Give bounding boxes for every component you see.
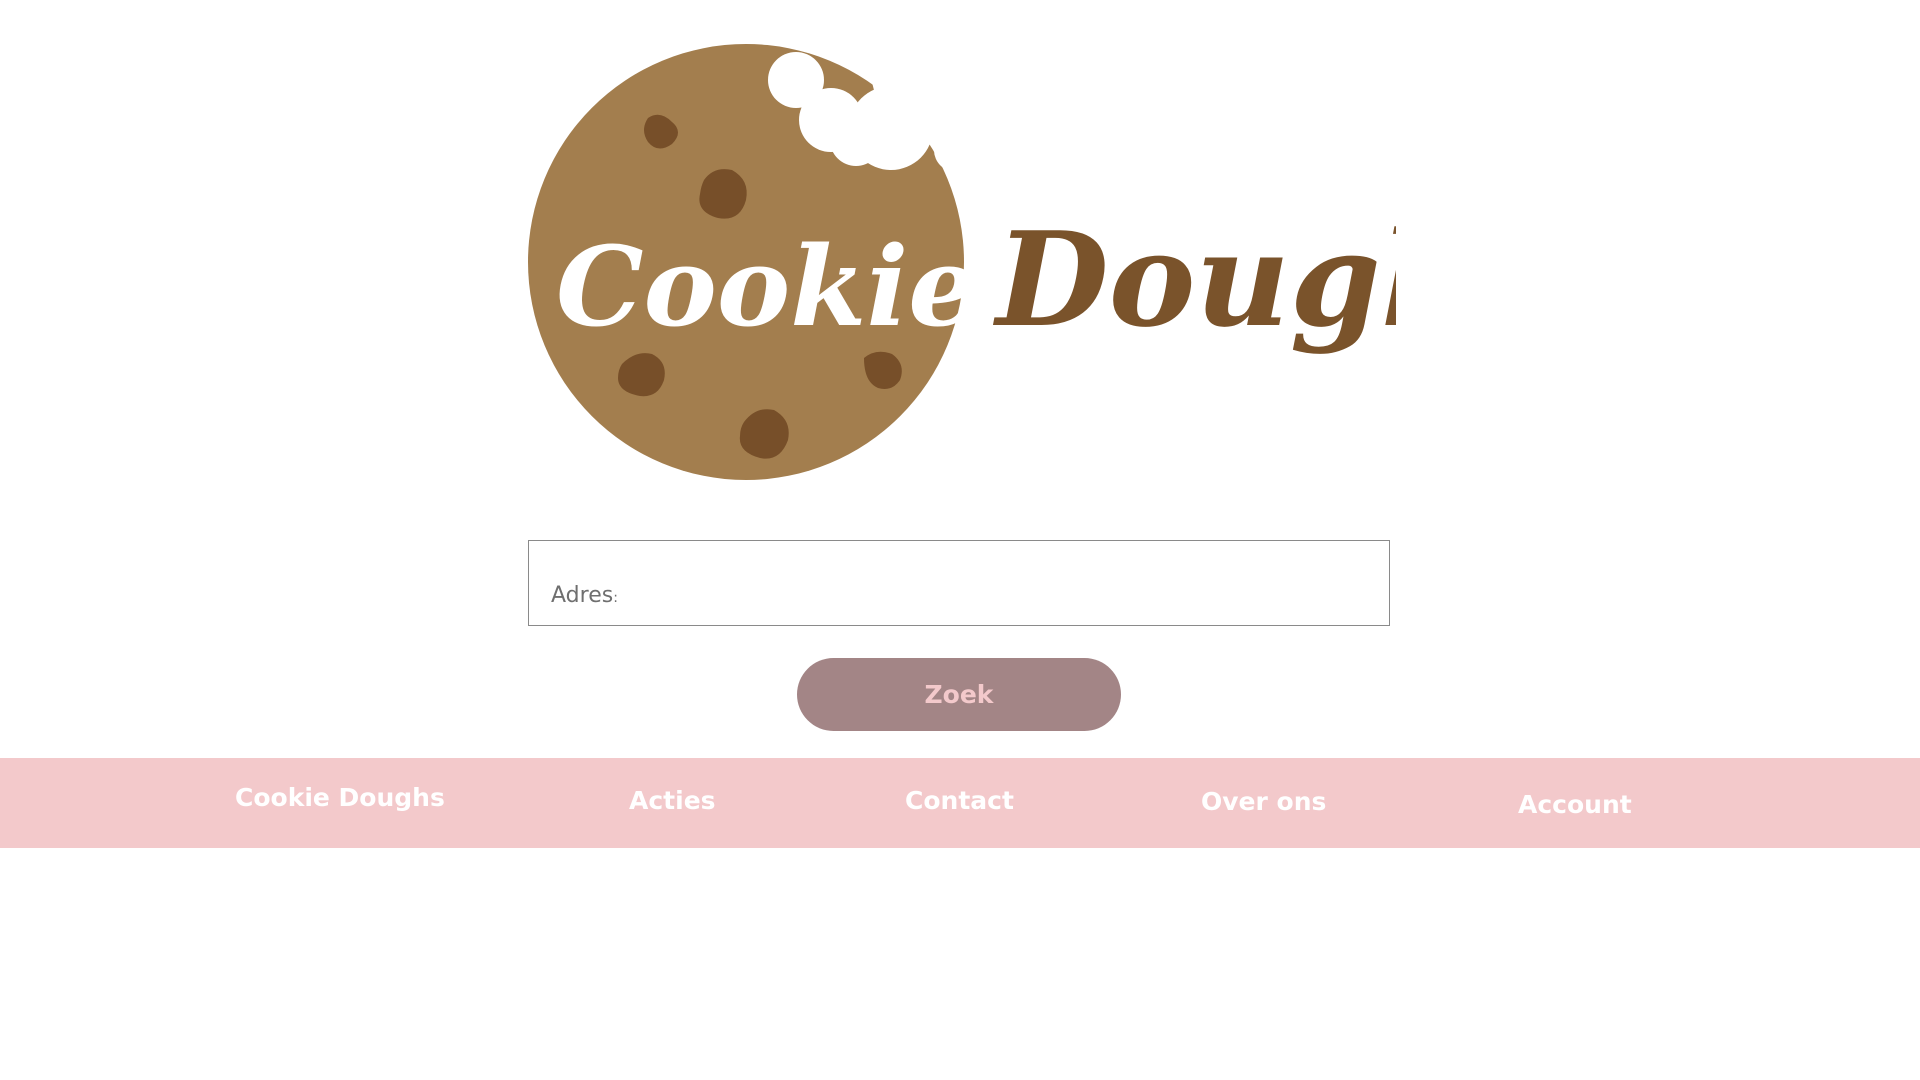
nav-item-contact[interactable]: Contact bbox=[905, 758, 1014, 848]
address-label: Adres: bbox=[551, 583, 618, 608]
logo-word-cookie: Cookie bbox=[556, 222, 978, 351]
page: Cookie Dough Adres: Zoek Cookie Doughs A… bbox=[0, 0, 1920, 1080]
nav-item-account[interactable]: Account bbox=[1518, 762, 1632, 852]
search-button[interactable]: Zoek bbox=[797, 658, 1121, 731]
address-field[interactable]: Adres: bbox=[528, 540, 1390, 626]
nav-item-acties[interactable]: Acties bbox=[629, 758, 716, 848]
address-label-colon: : bbox=[613, 590, 618, 606]
brand-logo[interactable]: Cookie Dough bbox=[526, 40, 1396, 490]
address-input[interactable] bbox=[619, 571, 1373, 613]
address-label-text: Adres bbox=[551, 583, 614, 608]
cookie-icon: Cookie Dough bbox=[528, 44, 1396, 480]
nav-item-cookie-doughs[interactable]: Cookie Doughs bbox=[235, 755, 445, 845]
logo-word-dough: Dough bbox=[992, 203, 1396, 356]
nav-item-over-ons[interactable]: Over ons bbox=[1201, 759, 1326, 849]
main-navbar: Cookie Doughs Acties Contact Over ons Ac… bbox=[0, 758, 1920, 848]
